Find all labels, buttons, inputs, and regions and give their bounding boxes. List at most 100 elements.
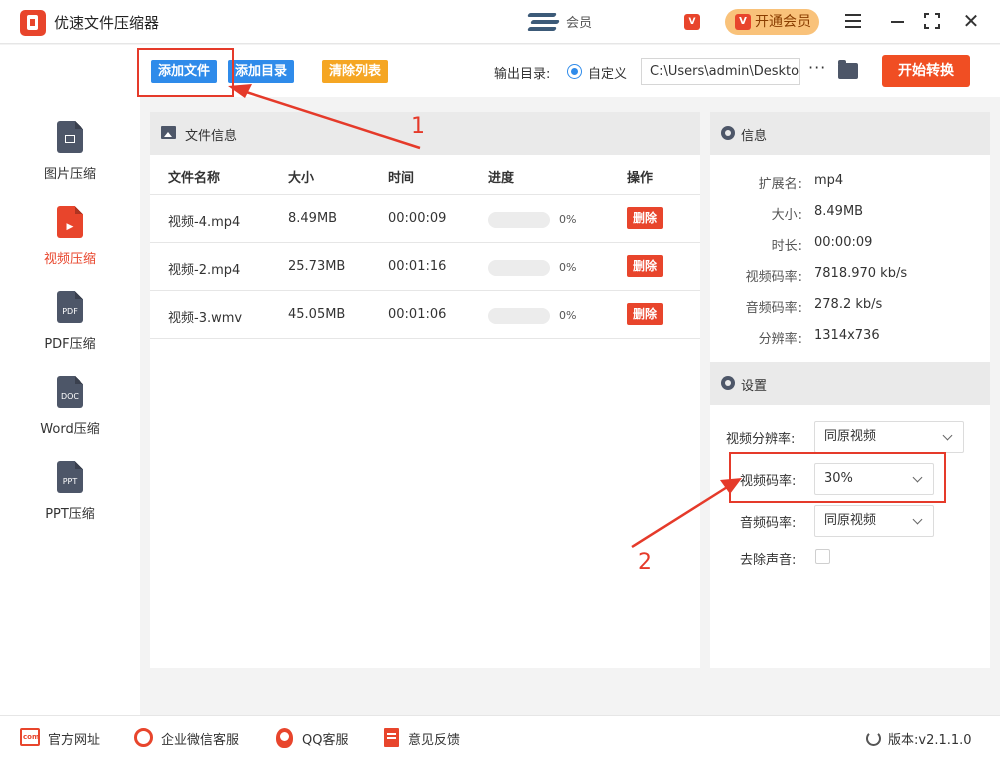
video-file-icon: ▶ xyxy=(57,206,83,238)
sidebar-item-video-compress[interactable]: ▶ 视频压缩 xyxy=(0,206,140,286)
feedback-icon xyxy=(384,728,399,747)
file-size: 8.49MB xyxy=(288,211,338,226)
info-video-bitrate: 视频码率: 7818.970 kb/s xyxy=(710,266,990,286)
app-title: 优速文件压缩器 xyxy=(54,14,160,32)
chevron-down-icon xyxy=(912,472,923,483)
footer: com 官方网址 企业微信客服 QQ客服 意见反馈 版本:v2.1.1.0 xyxy=(0,715,1000,760)
sidebar-item-image-compress[interactable]: 图片压缩 xyxy=(0,121,140,201)
sidebar-item-label: PPT压缩 xyxy=(45,507,95,522)
chevron-down-icon xyxy=(912,514,923,525)
info-value: 7818.970 kb/s xyxy=(814,266,908,281)
custom-radio-label[interactable]: 自定义 xyxy=(588,63,627,82)
info-key: 扩展名: xyxy=(758,177,802,192)
folder-icon[interactable] xyxy=(838,60,858,79)
info-size: 大小: 8.49MB xyxy=(710,204,990,224)
info-header: 信息 xyxy=(710,112,990,155)
progress-percent: 0% xyxy=(559,309,577,322)
annotation-step-2: 2 xyxy=(638,550,652,575)
audio-bitrate-select[interactable]: 同原视频 xyxy=(814,505,934,537)
sidebar-item-label: 视频压缩 xyxy=(43,252,96,267)
delete-button[interactable]: 删除 xyxy=(627,303,664,325)
output-dir-label: 输出目录: xyxy=(494,67,551,82)
word-file-icon-text: DOC xyxy=(60,392,80,401)
wechat-service-link[interactable]: 企业微信客服 xyxy=(161,729,239,748)
file-size: 25.73MB xyxy=(288,259,346,274)
info-resolution: 分辨率: 1314x736 xyxy=(710,328,990,348)
info-value: 8.49MB xyxy=(814,204,864,219)
file-name: 视频-3.wmv xyxy=(168,311,243,326)
add-directory-button[interactable]: 添加目录 xyxy=(228,60,295,83)
table-row[interactable]: 视频-4.mp4 8.49MB 00:00:09 0% 删除 xyxy=(150,195,700,243)
progress-percent: 0% xyxy=(559,213,577,226)
column-header-action: 操作 xyxy=(627,171,654,186)
gear-icon xyxy=(721,126,735,140)
settings-header: 设置 xyxy=(710,362,990,405)
minimize-icon[interactable] xyxy=(886,10,908,32)
clear-list-button[interactable]: 清除列表 xyxy=(322,60,389,83)
video-file-icon-text: ▶ xyxy=(66,222,74,232)
file-duration: 00:01:16 xyxy=(388,259,447,274)
info-key: 分辨率: xyxy=(758,332,802,347)
sidebar-item-pdf-compress[interactable]: PDF PDF压缩 xyxy=(0,291,140,371)
remove-audio-label: 去除声音: xyxy=(740,553,797,568)
delete-button[interactable]: 删除 xyxy=(627,207,664,229)
info-value: 278.2 kb/s xyxy=(814,297,883,312)
video-bitrate-label: 视频码率: xyxy=(740,474,797,489)
image-file-icon xyxy=(57,121,83,153)
file-panel-header: 文件信息 xyxy=(150,112,700,155)
progress-bar xyxy=(488,212,550,228)
custom-radio[interactable] xyxy=(567,64,582,79)
ppt-file-icon: PPT xyxy=(57,461,83,493)
user-name[interactable]: 会员 xyxy=(566,12,592,31)
remove-audio-checkbox[interactable] xyxy=(815,549,830,564)
feedback-link[interactable]: 意见反馈 xyxy=(408,729,460,748)
progress-bar xyxy=(488,260,550,276)
vip-level-icon: V xyxy=(684,14,700,30)
info-key: 音频码率: xyxy=(745,301,802,316)
video-bitrate-select[interactable]: 30% xyxy=(814,463,934,495)
sidebar-item-label: 图片压缩 xyxy=(43,167,96,182)
title-bar: 优速文件压缩器 会员 V V 开通会员 ✕ xyxy=(0,0,1000,44)
image-icon xyxy=(161,126,176,139)
website-icon-text: com xyxy=(23,733,40,741)
info-value: 1314x736 xyxy=(814,328,880,343)
video-resolution-value: 同原视频 xyxy=(824,429,877,444)
annotation-step-1: 1 xyxy=(411,114,425,139)
info-extension: 扩展名: mp4 xyxy=(710,173,990,193)
column-header-time: 时间 xyxy=(388,171,415,186)
table-row[interactable]: 视频-3.wmv 45.05MB 00:01:06 0% 删除 xyxy=(150,291,700,339)
sidebar-item-word-compress[interactable]: DOC Word压缩 xyxy=(0,376,140,456)
more-options-button[interactable]: ··· xyxy=(808,58,826,77)
info-key: 大小: xyxy=(771,208,802,223)
video-resolution-select[interactable]: 同原视频 xyxy=(814,421,964,453)
info-audio-bitrate: 音频码率: 278.2 kb/s xyxy=(710,297,990,317)
start-convert-button[interactable]: 开始转换 xyxy=(882,55,970,87)
column-header-name: 文件名称 xyxy=(168,171,221,186)
settings-title: 设置 xyxy=(741,379,768,394)
maximize-icon[interactable] xyxy=(921,10,943,32)
close-icon[interactable]: ✕ xyxy=(960,10,982,32)
sidebar-item-ppt-compress[interactable]: PPT PPT压缩 xyxy=(0,461,140,541)
table-row[interactable]: 视频-2.mp4 25.73MB 00:01:16 0% 删除 xyxy=(150,243,700,291)
video-resolution-label: 视频分辨率: xyxy=(726,432,796,447)
open-vip-button[interactable]: V 开通会员 xyxy=(725,9,819,35)
info-key: 视频码率: xyxy=(745,270,802,285)
refresh-icon[interactable] xyxy=(866,731,881,746)
sidebar-item-label: PDF压缩 xyxy=(44,337,96,352)
delete-button[interactable]: 删除 xyxy=(627,255,664,277)
user-avatar-icon[interactable] xyxy=(527,12,560,32)
qq-service-link[interactable]: QQ客服 xyxy=(302,729,348,748)
website-link[interactable]: 官方网址 xyxy=(48,729,100,748)
pdf-file-icon-text: PDF xyxy=(62,307,78,316)
output-path-input[interactable] xyxy=(641,58,800,85)
info-duration: 时长: 00:00:09 xyxy=(710,235,990,255)
toolbar: 添加文件 添加目录 清除列表 输出目录: 自定义 ··· 开始转换 xyxy=(140,45,1000,97)
add-file-button[interactable]: 添加文件 xyxy=(151,60,218,83)
info-value: mp4 xyxy=(814,173,844,188)
file-name: 视频-2.mp4 xyxy=(168,263,241,278)
menu-icon[interactable] xyxy=(842,10,864,32)
file-name: 视频-4.mp4 xyxy=(168,215,241,230)
vip-icon: V xyxy=(735,14,751,30)
file-duration: 00:01:06 xyxy=(388,307,447,322)
open-vip-label: 开通会员 xyxy=(755,14,811,30)
